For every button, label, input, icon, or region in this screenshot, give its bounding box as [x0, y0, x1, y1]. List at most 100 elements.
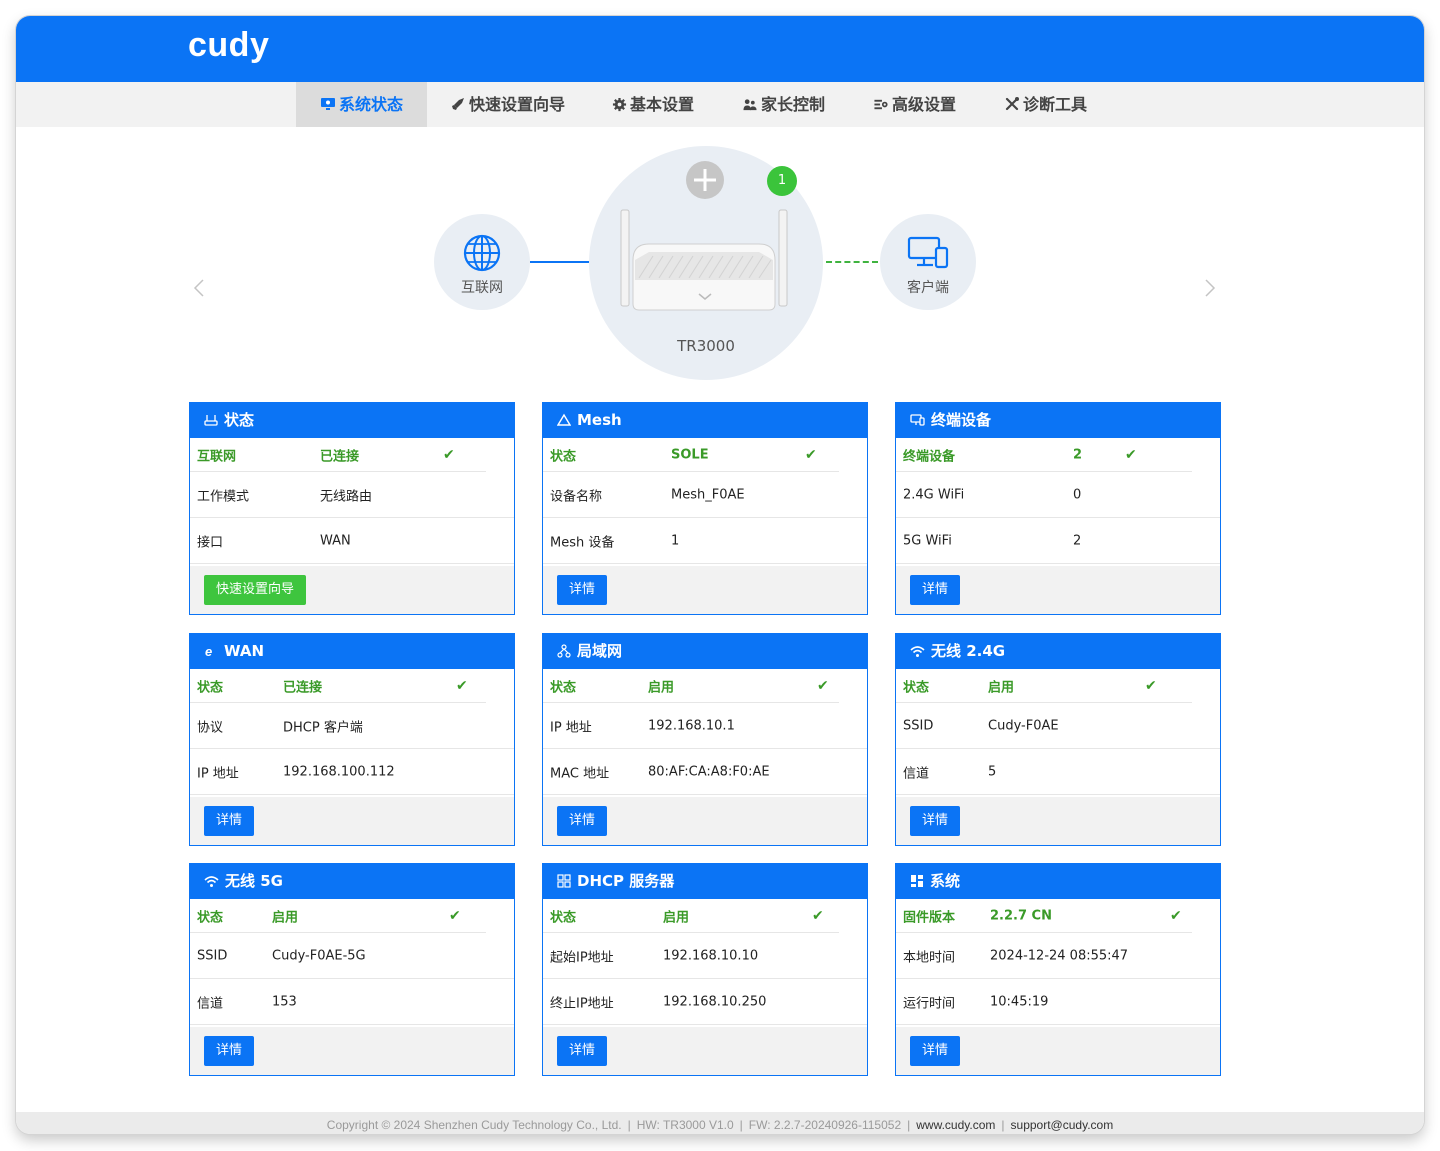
details-button[interactable]: 详情 — [204, 806, 255, 836]
row-value: 已连接 — [283, 680, 323, 695]
card-row: 设备名称 Mesh_F0AE — [543, 472, 867, 518]
row-key: 设备名称 — [550, 489, 603, 504]
card-row-status: 状态 启用 ✔ — [190, 899, 486, 933]
devices-icon — [907, 236, 949, 269]
router-image — [620, 209, 788, 311]
details-button[interactable]: 详情 — [910, 575, 961, 605]
support-email-link[interactable]: support@cudy.com — [1011, 1118, 1114, 1132]
card-footer: 详情 — [190, 797, 514, 845]
details-button[interactable]: 详情 — [204, 1036, 255, 1066]
card-row: SSID Cudy-F0AE — [896, 703, 1220, 749]
row-key: 互联网 — [197, 449, 237, 464]
nav-label: 快速设置向导 — [469, 95, 566, 114]
row-key: SSID — [197, 948, 228, 963]
card-title: DHCP 服务器 — [577, 872, 675, 890]
wifi-icon — [910, 646, 925, 657]
card-row: 工作模式 无线路由 — [190, 472, 514, 518]
row-value: 无线路由 — [320, 489, 373, 504]
row-value: Cudy-F0AE — [988, 718, 1059, 733]
card-row-status: 互联网 已连接 ✔ — [190, 438, 486, 472]
internet-link-line — [530, 261, 590, 263]
row-value: 启用 — [988, 680, 1015, 695]
row-key: 2.4G WiFi — [903, 487, 965, 502]
details-button[interactable]: 详情 — [557, 575, 608, 605]
details-button[interactable]: 详情 — [557, 1036, 608, 1066]
row-value: 192.168.10.250 — [663, 994, 767, 1009]
page-footer: Copyright © 2024 Shenzhen Cudy Technolog… — [16, 1112, 1424, 1134]
card-row-status: 状态 启用 ✔ — [543, 899, 839, 933]
card-row: Mesh 设备 1 — [543, 518, 867, 564]
card-header: 局域网 — [543, 634, 867, 669]
row-key: 信道 — [903, 766, 930, 781]
add-mesh-button[interactable] — [686, 161, 724, 199]
row-key: 终端设备 — [903, 449, 956, 464]
card-footer: 快速设置向导 — [190, 566, 514, 614]
nav-label: 基本设置 — [630, 95, 695, 114]
sliders-icon — [874, 99, 888, 110]
nav-tab-advanced-settings[interactable]: 高级设置 — [873, 82, 956, 127]
website-link[interactable]: www.cudy.com — [916, 1118, 995, 1132]
wifi-24g-card: 无线 2.4G 状态 启用 ✔ SSID Cudy-F0AE 信道 5 详情 — [895, 633, 1221, 846]
nav-label: 系统状态 — [338, 95, 403, 114]
card-footer: 详情 — [896, 797, 1220, 845]
row-value: 2 — [1073, 447, 1083, 462]
row-value: SOLE — [671, 447, 709, 462]
row-key: 起始IP地址 — [550, 950, 614, 965]
card-row: 本地时间 2024-12-24 08:55:47 — [896, 933, 1220, 979]
row-value: WAN — [320, 533, 351, 548]
check-icon: ✔ — [1170, 907, 1182, 924]
internet-label: 互联网 — [461, 280, 503, 296]
card-row: SSID Cudy-F0AE-5G — [190, 933, 514, 979]
check-icon: ✔ — [456, 677, 468, 694]
card-header: 终端设备 — [896, 403, 1220, 438]
family-icon — [743, 99, 757, 111]
browser-window: cudy 系统状态 快速设置向导 基本设置 家长控制 高级设置 诊断工具 互联网… — [16, 16, 1424, 1134]
tools-icon — [1005, 97, 1019, 111]
cudy-logo[interactable]: cudy — [188, 26, 269, 65]
row-key: Mesh 设备 — [550, 535, 615, 550]
card-header: 状态 — [190, 403, 514, 438]
nav-tab-basic-settings[interactable]: 基本设置 — [612, 82, 694, 127]
card-row: IP 地址 192.168.10.1 — [543, 703, 867, 749]
card-row-status: 终端设备 2 ✔ — [896, 438, 1192, 472]
row-key: 信道 — [197, 996, 224, 1011]
nav-tab-diagnostic-tools[interactable]: 诊断工具 — [1004, 82, 1087, 127]
quick-setup-button[interactable]: 快速设置向导 — [204, 575, 307, 605]
router-icon — [204, 415, 218, 426]
gear-icon — [612, 97, 627, 112]
nav-tab-quick-setup[interactable]: 快速设置向导 — [450, 82, 565, 127]
card-header: e WAN — [190, 634, 514, 669]
dhcp-server-card: DHCP 服务器 状态 启用 ✔ 起始IP地址 192.168.10.10 终止IP地… — [542, 863, 868, 1076]
card-title: 无线 2.4G — [931, 642, 1006, 660]
card-title: 系统 — [930, 872, 961, 890]
ie-icon: e — [205, 644, 212, 659]
details-button[interactable]: 详情 — [557, 806, 608, 836]
status-card: 状态 互联网 已连接 ✔ 工作模式 无线路由 接口 WAN 快速设置向导 — [189, 402, 515, 615]
row-value: 2024-12-24 08:55:47 — [990, 948, 1129, 963]
row-value: 1 — [671, 533, 680, 548]
rocket-icon — [452, 98, 464, 110]
chevron-left-icon[interactable] — [192, 278, 206, 298]
wifi-icon — [204, 876, 219, 887]
card-row: 接口 WAN — [190, 518, 514, 564]
row-key: 工作模式 — [197, 489, 250, 504]
row-value: Mesh_F0AE — [671, 487, 745, 502]
card-row-status: 状态 SOLE ✔ — [543, 438, 839, 472]
card-row-status: 状态 启用 ✔ — [543, 669, 839, 703]
row-key: 状态 — [550, 680, 577, 695]
mesh-card: Mesh 状态 SOLE ✔ 设备名称 Mesh_F0AE Mesh 设备 1 详情 — [542, 402, 868, 615]
card-row: 终止IP地址 192.168.10.250 — [543, 979, 867, 1025]
nav-tab-system-status[interactable]: 系统状态 — [296, 82, 427, 127]
check-icon: ✔ — [449, 907, 461, 924]
card-row: MAC 地址 80:AF:CA:A8:F0:AE — [543, 749, 867, 795]
card-title: 局域网 — [577, 642, 623, 660]
row-value: 192.168.10.10 — [663, 948, 759, 963]
card-header: 无线 2.4G — [896, 634, 1220, 669]
row-value: Cudy-F0AE-5G — [272, 948, 366, 963]
nav-label: 家长控制 — [761, 95, 826, 114]
row-key: 终止IP地址 — [550, 996, 614, 1011]
details-button[interactable]: 详情 — [910, 806, 961, 836]
details-button[interactable]: 详情 — [910, 1036, 961, 1066]
nav-tab-parental-control[interactable]: 家长控制 — [742, 82, 825, 127]
chevron-right-icon[interactable] — [1203, 278, 1217, 298]
